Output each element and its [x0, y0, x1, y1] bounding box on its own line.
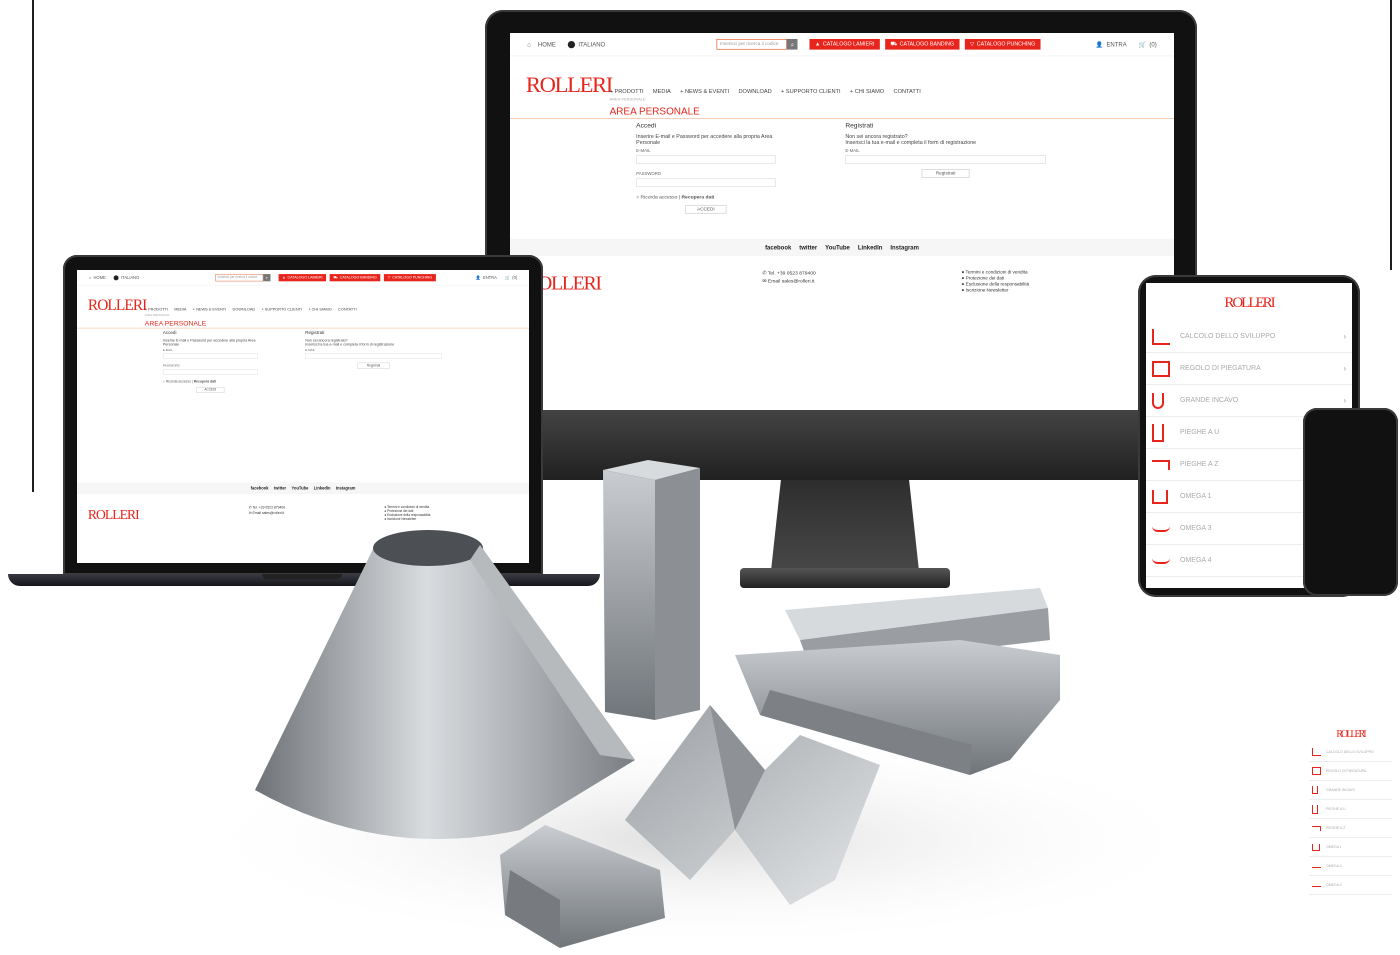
metal-parts-illustration: [180, 460, 1220, 950]
square-tube-front: [603, 470, 655, 720]
square-tube-side: [655, 468, 700, 720]
cone-top-opening: [373, 530, 483, 566]
